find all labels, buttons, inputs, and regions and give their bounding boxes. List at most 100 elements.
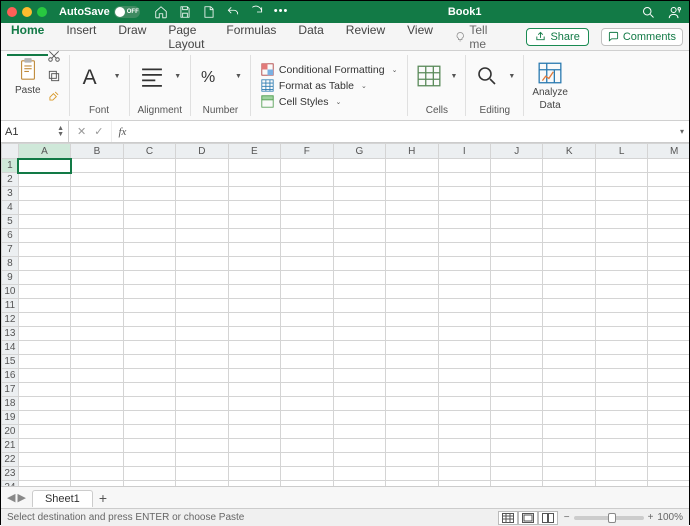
cell[interactable] [176,355,228,369]
cell[interactable] [438,173,490,187]
normal-view-icon[interactable] [498,511,518,525]
tab-home[interactable]: Home [7,18,48,56]
cell[interactable] [648,369,689,383]
copy-icon[interactable] [47,69,61,83]
cell[interactable] [595,313,647,327]
cell[interactable] [438,355,490,369]
cell[interactable] [491,369,543,383]
cancel-icon[interactable]: ✕ [77,125,86,138]
cell[interactable] [18,369,70,383]
cell[interactable] [228,411,280,425]
cell[interactable] [123,481,175,487]
expand-formula-bar-icon[interactable]: ▾ [675,127,689,136]
cell[interactable] [281,299,333,313]
cell[interactable] [543,453,595,467]
font-button[interactable]: A [78,62,106,90]
cell[interactable] [333,467,385,481]
column-header[interactable]: E [228,144,280,159]
column-header[interactable]: H [386,144,438,159]
cell[interactable] [491,229,543,243]
cell[interactable] [595,425,647,439]
confirm-icon[interactable]: ✓ [94,125,103,138]
row-header[interactable]: 10 [2,285,19,299]
namebox-spinner-icon[interactable]: ▲▼ [57,126,64,138]
cell[interactable] [595,257,647,271]
chevron-down-icon[interactable]: ▼ [450,73,457,80]
cell[interactable] [18,411,70,425]
cell[interactable] [123,411,175,425]
next-sheet-icon[interactable]: ▶ [17,491,25,504]
cell[interactable] [281,201,333,215]
cell[interactable] [18,271,70,285]
cell[interactable] [386,439,438,453]
cell[interactable] [543,271,595,285]
cell[interactable] [18,159,70,173]
cell[interactable] [176,481,228,487]
cell[interactable] [228,159,280,173]
comments-button[interactable]: Comments [601,28,683,46]
cell[interactable] [281,355,333,369]
cell[interactable] [386,299,438,313]
cell[interactable] [18,173,70,187]
cell[interactable] [543,355,595,369]
cell[interactable] [491,201,543,215]
cell[interactable] [648,201,689,215]
page-layout-view-icon[interactable] [518,511,538,525]
cell[interactable] [333,397,385,411]
number-button[interactable]: % [199,64,227,88]
cell[interactable] [648,299,689,313]
cell[interactable] [18,285,70,299]
column-header[interactable]: D [176,144,228,159]
row-header[interactable]: 18 [2,397,19,411]
cell[interactable] [386,285,438,299]
cell[interactable] [176,313,228,327]
cell[interactable] [491,355,543,369]
cell[interactable] [18,313,70,327]
cell[interactable] [123,271,175,285]
cell[interactable] [18,453,70,467]
cell[interactable] [228,481,280,487]
cell[interactable] [543,243,595,257]
cell[interactable] [543,257,595,271]
cell[interactable] [648,271,689,285]
row-header[interactable]: 6 [2,229,19,243]
cell[interactable] [386,313,438,327]
cell[interactable] [333,369,385,383]
cell[interactable] [18,299,70,313]
cell[interactable] [281,327,333,341]
cell[interactable] [438,313,490,327]
cell[interactable] [491,257,543,271]
cell[interactable] [71,481,123,487]
cell[interactable] [595,243,647,257]
cell[interactable] [123,201,175,215]
column-header[interactable]: F [281,144,333,159]
cell[interactable] [18,257,70,271]
cell[interactable] [648,257,689,271]
cell[interactable] [228,341,280,355]
row-header[interactable]: 5 [2,215,19,229]
cell[interactable] [176,201,228,215]
cell[interactable] [386,173,438,187]
cell[interactable] [281,285,333,299]
cell[interactable] [333,439,385,453]
cell[interactable] [648,229,689,243]
cell[interactable] [595,215,647,229]
cell[interactable] [438,215,490,229]
cell[interactable] [386,411,438,425]
cell[interactable] [333,285,385,299]
cell[interactable] [71,215,123,229]
cell[interactable] [176,383,228,397]
cell[interactable] [438,369,490,383]
cut-icon[interactable] [47,49,61,63]
cell[interactable] [71,411,123,425]
cell[interactable] [123,173,175,187]
cell[interactable] [386,355,438,369]
tab-page-layout[interactable]: Page Layout [164,18,208,56]
cell[interactable] [228,369,280,383]
cell[interactable] [438,425,490,439]
column-header[interactable]: M [648,144,689,159]
cell[interactable] [176,299,228,313]
cell[interactable] [595,467,647,481]
column-header[interactable]: K [543,144,595,159]
cell[interactable] [281,313,333,327]
